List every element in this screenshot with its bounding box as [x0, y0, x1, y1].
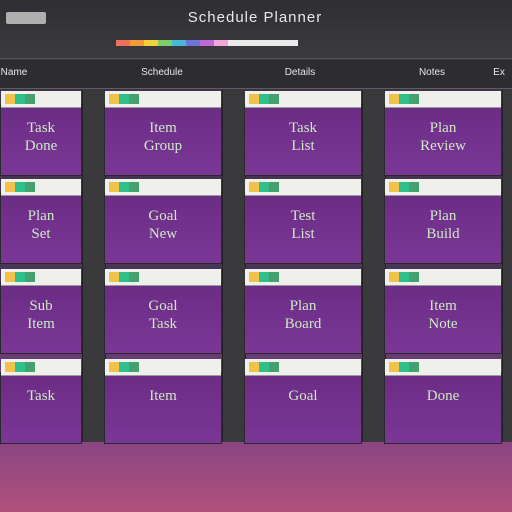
cell-label: Task List — [288, 120, 318, 154]
cell-label: Task — [26, 388, 56, 404]
color-tag — [5, 362, 35, 372]
cell-label: Done — [426, 388, 460, 404]
palette-swatch[interactable] — [186, 40, 200, 46]
schedule-cell[interactable]: Goal New — [104, 179, 222, 264]
cell-label: Goal — [288, 388, 318, 404]
cell-header-strip — [385, 269, 501, 286]
color-tag — [389, 272, 419, 282]
column-divider — [502, 90, 512, 442]
column-header-schedule[interactable]: Schedule — [122, 67, 202, 81]
column-header-notes[interactable]: Notes — [392, 67, 472, 81]
cell-label: Sub Item — [27, 298, 55, 332]
schedule-cell[interactable]: Item Group — [104, 91, 222, 176]
cell-header-strip — [1, 179, 81, 196]
cell-header-strip — [105, 359, 221, 376]
color-tag — [5, 272, 35, 282]
cell-header-strip — [1, 359, 81, 376]
palette-swatch[interactable] — [214, 40, 228, 46]
cell-label: Plan Board — [284, 298, 322, 332]
column-divider — [222, 90, 246, 442]
column-divider — [362, 90, 386, 442]
schedule-cell[interactable]: Task Done — [0, 91, 82, 176]
cell-header-strip — [105, 91, 221, 108]
cell-label: Plan Build — [426, 208, 460, 242]
color-tag — [249, 362, 279, 372]
palette-swatch[interactable] — [228, 40, 298, 46]
color-tag — [249, 272, 279, 282]
cell-header-strip — [385, 91, 501, 108]
color-palette[interactable] — [116, 40, 298, 46]
cell-header-strip — [245, 179, 361, 196]
cell-header-strip — [245, 359, 361, 376]
schedule-cell[interactable]: Plan Board — [244, 269, 362, 354]
color-tag — [389, 94, 419, 104]
color-tag — [5, 182, 35, 192]
schedule-cell[interactable]: Plan Build — [384, 179, 502, 264]
schedule-cell[interactable]: Task List — [244, 91, 362, 176]
color-tag — [109, 362, 139, 372]
schedule-cell[interactable]: Plan Review — [384, 91, 502, 176]
palette-swatch[interactable] — [130, 40, 144, 46]
cell-header-strip — [245, 269, 361, 286]
window-title: Schedule Planner — [187, 9, 323, 26]
schedule-cell[interactable]: Task — [0, 359, 82, 444]
schedule-cell[interactable]: Goal Task — [104, 269, 222, 354]
cell-header-strip — [105, 179, 221, 196]
cell-header-strip — [1, 269, 81, 286]
cell-header-strip — [1, 91, 81, 108]
palette-swatch[interactable] — [158, 40, 172, 46]
palette-swatch[interactable] — [172, 40, 186, 46]
color-tag — [109, 182, 139, 192]
color-tag — [109, 272, 139, 282]
color-tag — [389, 182, 419, 192]
cell-label: Task Done — [24, 120, 58, 154]
schedule-cell[interactable]: Plan Set — [0, 179, 82, 264]
cell-label: Item Note — [428, 298, 458, 332]
color-tag — [249, 182, 279, 192]
column-header-name[interactable]: Name — [0, 67, 28, 81]
schedule-cell[interactable]: Sub Item — [0, 269, 82, 354]
cell-label: Item — [149, 388, 177, 404]
color-tag — [109, 94, 139, 104]
background-footer — [0, 450, 512, 512]
column-divider — [82, 90, 106, 442]
cell-header-strip — [385, 359, 501, 376]
palette-swatch[interactable] — [144, 40, 158, 46]
schedule-cell[interactable]: Done — [384, 359, 502, 444]
cell-header-strip — [105, 269, 221, 286]
column-header-row: Name Schedule Details Notes Ex — [0, 60, 512, 89]
column-header-details[interactable]: Details — [260, 67, 340, 81]
cell-label: Test List — [290, 208, 316, 242]
cell-header-strip — [245, 91, 361, 108]
cell-label: Item Group — [143, 120, 183, 154]
schedule-cell[interactable]: Test List — [244, 179, 362, 264]
color-tag — [5, 94, 35, 104]
cell-label: Goal Task — [148, 298, 178, 332]
cell-header-strip — [385, 179, 501, 196]
cell-label: Plan Review — [420, 120, 466, 154]
schedule-cell[interactable]: Goal — [244, 359, 362, 444]
cell-label: Plan Set — [27, 208, 55, 242]
schedule-grid: Task Done Item Group Task List Plan Review P… — [0, 90, 512, 450]
palette-swatch[interactable] — [200, 40, 214, 46]
color-tag — [249, 94, 279, 104]
cell-label: Goal New — [148, 208, 178, 242]
color-tag — [389, 362, 419, 372]
schedule-cell[interactable]: Item Note — [384, 269, 502, 354]
palette-swatch[interactable] — [116, 40, 130, 46]
app-logo — [6, 12, 46, 24]
schedule-cell[interactable]: Item — [104, 359, 222, 444]
column-header-extra[interactable]: Ex — [486, 67, 512, 81]
title-bar: Schedule Planner — [0, 0, 512, 59]
